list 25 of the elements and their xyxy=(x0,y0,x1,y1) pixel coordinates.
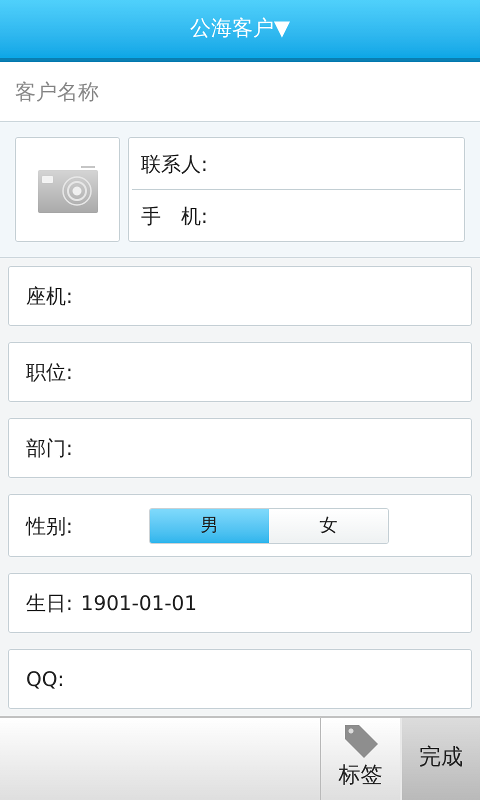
camera-icon xyxy=(36,166,98,214)
field-label: 部门: xyxy=(26,435,73,462)
name-field[interactable]: 客户名称 xyxy=(0,62,480,122)
done-button[interactable]: 完成 xyxy=(400,718,480,800)
field-label: 手 机: xyxy=(141,202,208,230)
field-value: 1901-01-01 xyxy=(80,590,197,617)
field-label: 联系人: xyxy=(141,150,208,178)
form-field[interactable]: QQ: xyxy=(8,649,472,709)
form-field[interactable]: 座机: xyxy=(8,266,472,326)
tag-icon xyxy=(342,723,378,759)
tag-button[interactable]: 标签 xyxy=(320,718,400,800)
form-field[interactable]: 生日: 1901-01-01 xyxy=(8,573,472,633)
gender-option[interactable]: 女 xyxy=(268,508,388,542)
field-label: 座机: xyxy=(26,283,73,310)
contact-field[interactable]: 联系人: xyxy=(132,138,461,190)
gender-option[interactable]: 男 xyxy=(150,508,269,542)
field-label: 生日: xyxy=(26,590,73,617)
field-label: QQ: xyxy=(26,666,64,693)
contact-field[interactable]: 手 机: xyxy=(132,190,461,241)
field-label: 职位: xyxy=(26,359,73,386)
form-field[interactable]: 性别: 男 女 xyxy=(8,494,472,557)
photo-button[interactable] xyxy=(15,137,120,242)
form-field[interactable]: 部门: xyxy=(8,418,472,478)
field-label: 性别: xyxy=(26,512,73,540)
form-field[interactable]: 职位: xyxy=(8,342,472,402)
